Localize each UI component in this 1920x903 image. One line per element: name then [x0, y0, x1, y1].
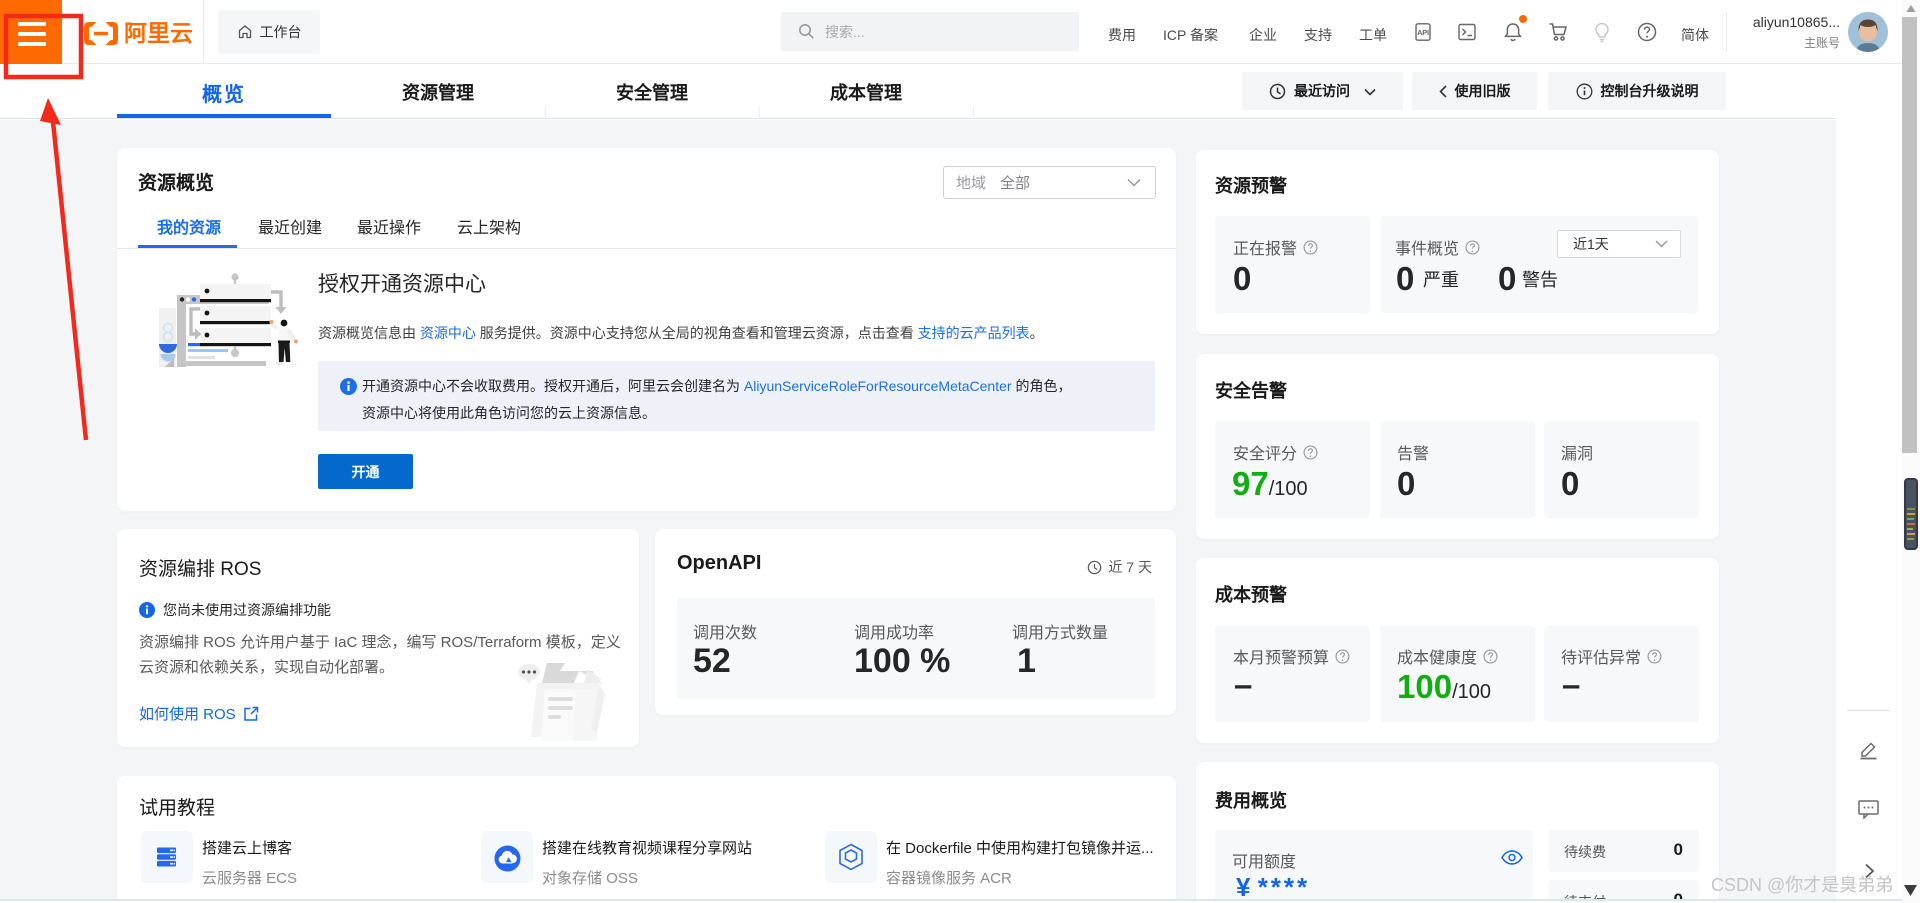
svg-text:API: API — [1417, 28, 1429, 37]
